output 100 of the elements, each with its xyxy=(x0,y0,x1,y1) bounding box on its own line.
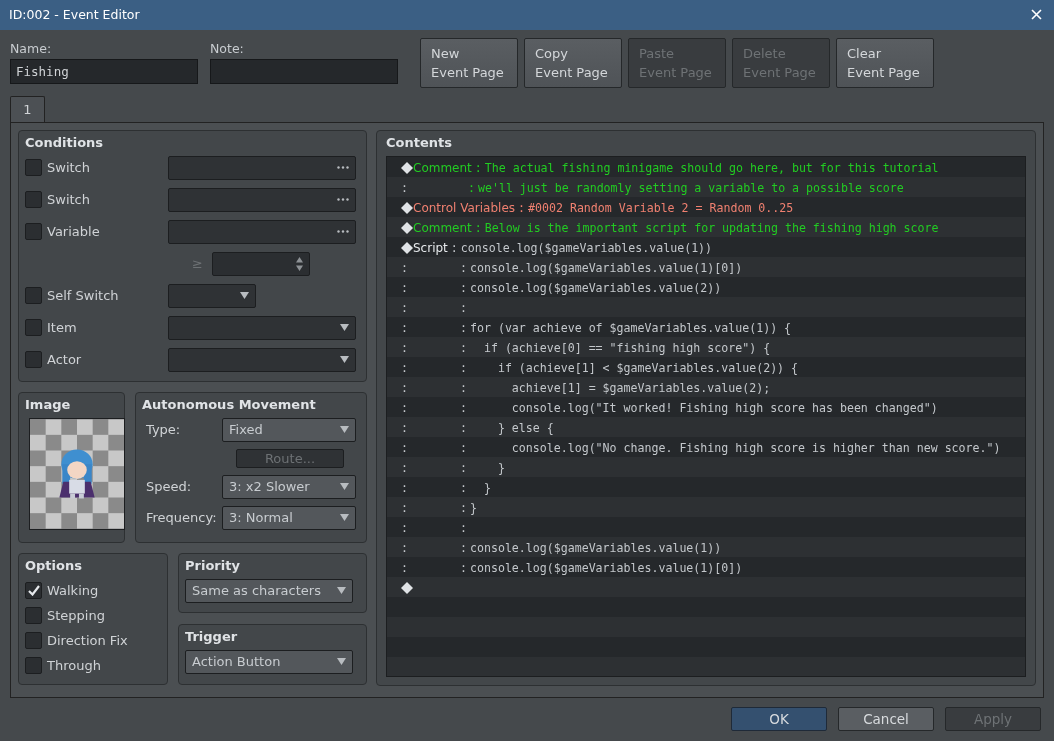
continuation-marker: : xyxy=(401,180,409,195)
tab[interactable]: 1 xyxy=(10,95,45,122)
checkbox[interactable] xyxy=(25,159,42,177)
colon-separator: : xyxy=(460,260,467,275)
command-text: Below is the important script for updating the fishing high score xyxy=(484,220,939,235)
page-button[interactable]: Copy Event Page xyxy=(524,37,622,88)
dropdown[interactable]: Action Button xyxy=(185,649,353,674)
diamond-icon xyxy=(401,241,413,254)
ellipsis-icon xyxy=(337,198,349,202)
continuation-marker: : xyxy=(401,440,409,455)
checkbox[interactable] xyxy=(25,631,42,649)
field-label: Type: xyxy=(145,422,182,438)
colon-separator: : xyxy=(460,280,467,295)
picker-field[interactable] xyxy=(168,219,356,244)
dropdown[interactable] xyxy=(168,283,256,308)
command-text: } xyxy=(496,460,505,475)
page-button[interactable]: New Event Page xyxy=(420,37,518,88)
checkbox[interactable] xyxy=(25,656,42,674)
field-label: Name: xyxy=(10,40,53,56)
ellipsis-icon xyxy=(337,230,349,234)
checkbox-label: Self Switch xyxy=(47,288,119,304)
checkbox-label: Direction Fix xyxy=(47,632,128,648)
continuation-marker: : xyxy=(401,560,409,575)
colon-separator: : xyxy=(460,560,467,575)
colon-separator: : xyxy=(460,380,467,395)
diamond-icon xyxy=(401,161,413,174)
command-text: if (achieve[0] == "fishing high score") { xyxy=(482,340,771,355)
colon-separator: : xyxy=(460,500,467,515)
caret-icon xyxy=(340,356,349,364)
checkbox[interactable] xyxy=(25,582,42,600)
continuation-marker: : xyxy=(401,420,409,435)
number-field[interactable] xyxy=(212,251,310,276)
colon-separator: : xyxy=(474,160,482,175)
caret-icon xyxy=(240,292,249,300)
operator-label: ≥ xyxy=(192,256,204,272)
command-text: achieve[1] = $gameVariables.value(2); xyxy=(510,380,771,395)
close-icon[interactable] xyxy=(1031,9,1042,21)
dropdown[interactable]: Same as characters xyxy=(185,578,353,603)
continuation-marker: : xyxy=(401,380,409,395)
colon-separator: : xyxy=(460,480,467,495)
colon-separator: : xyxy=(460,520,467,535)
picker-field[interactable] xyxy=(168,187,356,212)
colon-separator: : xyxy=(460,300,467,315)
checkbox-label: Switch xyxy=(47,160,90,176)
continuation-marker: : xyxy=(401,280,409,295)
window-title: ID:002 - Event Editor xyxy=(9,7,140,23)
checkbox-label: Walking xyxy=(47,583,99,599)
panel-title: Autonomous Movement xyxy=(142,396,317,412)
dropdown[interactable]: Fixed xyxy=(222,417,356,442)
dropdown[interactable]: 3: Normal xyxy=(222,505,356,530)
command-text: console.log($gameVariables.value(2)) xyxy=(470,280,722,295)
field-label: Speed: xyxy=(145,479,193,495)
colon-separator: : xyxy=(460,540,467,555)
command-text: console.log($gameVariables.value(1)[0]) xyxy=(470,560,743,575)
command-text: if (achieve[1] < $gameVariables.value(2)) { xyxy=(496,360,799,375)
picker-field[interactable] xyxy=(168,155,356,180)
command-name: Script xyxy=(413,240,448,255)
caret-icon xyxy=(340,514,349,522)
command-name: Comment xyxy=(413,160,472,175)
field-label: Frequency: xyxy=(145,510,218,526)
panel-title: Conditions xyxy=(25,134,105,150)
panel-title: Options xyxy=(25,557,83,573)
checkbox-label: Actor xyxy=(47,352,82,368)
checkbox[interactable] xyxy=(25,607,42,625)
diamond-icon xyxy=(401,581,413,594)
checkbox[interactable] xyxy=(25,191,42,209)
command-text: console.log("No change. Fishing high score is higher than new score.") xyxy=(510,440,1001,455)
dropdown[interactable] xyxy=(168,315,356,340)
panel-title: Trigger xyxy=(185,628,239,644)
command-text: for (var achieve of $gameVariables.value(1)) { xyxy=(470,320,792,335)
checkbox[interactable] xyxy=(25,319,42,337)
continuation-marker: : xyxy=(401,400,409,415)
checkbox-label: Item xyxy=(47,320,77,336)
note-field[interactable] xyxy=(210,58,398,84)
colon-separator: : xyxy=(460,340,467,355)
checkbox[interactable] xyxy=(25,223,42,241)
checkbox-label: Through xyxy=(47,657,101,673)
command-name: Comment xyxy=(413,220,472,235)
continuation-marker: : xyxy=(401,300,409,315)
name-field[interactable]: Fishing xyxy=(10,58,198,84)
diamond-icon xyxy=(401,221,413,234)
continuation-marker: : xyxy=(401,520,409,535)
page-button[interactable]: Clear Event Page xyxy=(836,37,934,88)
diamond-icon xyxy=(401,201,413,214)
dialog-button[interactable]: Cancel xyxy=(838,707,934,732)
checkbox[interactable] xyxy=(25,287,42,305)
panel-title: Priority xyxy=(185,557,241,573)
command-name: Control Variables xyxy=(413,200,516,215)
dropdown[interactable] xyxy=(168,347,356,372)
panel-title: Image xyxy=(25,396,72,412)
caret-icon xyxy=(340,483,349,491)
checkbox[interactable] xyxy=(25,351,42,369)
continuation-marker: : xyxy=(401,500,409,515)
dialog-button[interactable]: OK xyxy=(731,707,827,732)
caret-icon xyxy=(340,426,349,434)
colon-separator: : xyxy=(460,320,467,335)
caret-icon xyxy=(337,658,346,666)
check-icon xyxy=(27,585,40,597)
colon-separator: : xyxy=(474,220,482,235)
dropdown[interactable]: 3: x2 Slower xyxy=(222,474,356,499)
